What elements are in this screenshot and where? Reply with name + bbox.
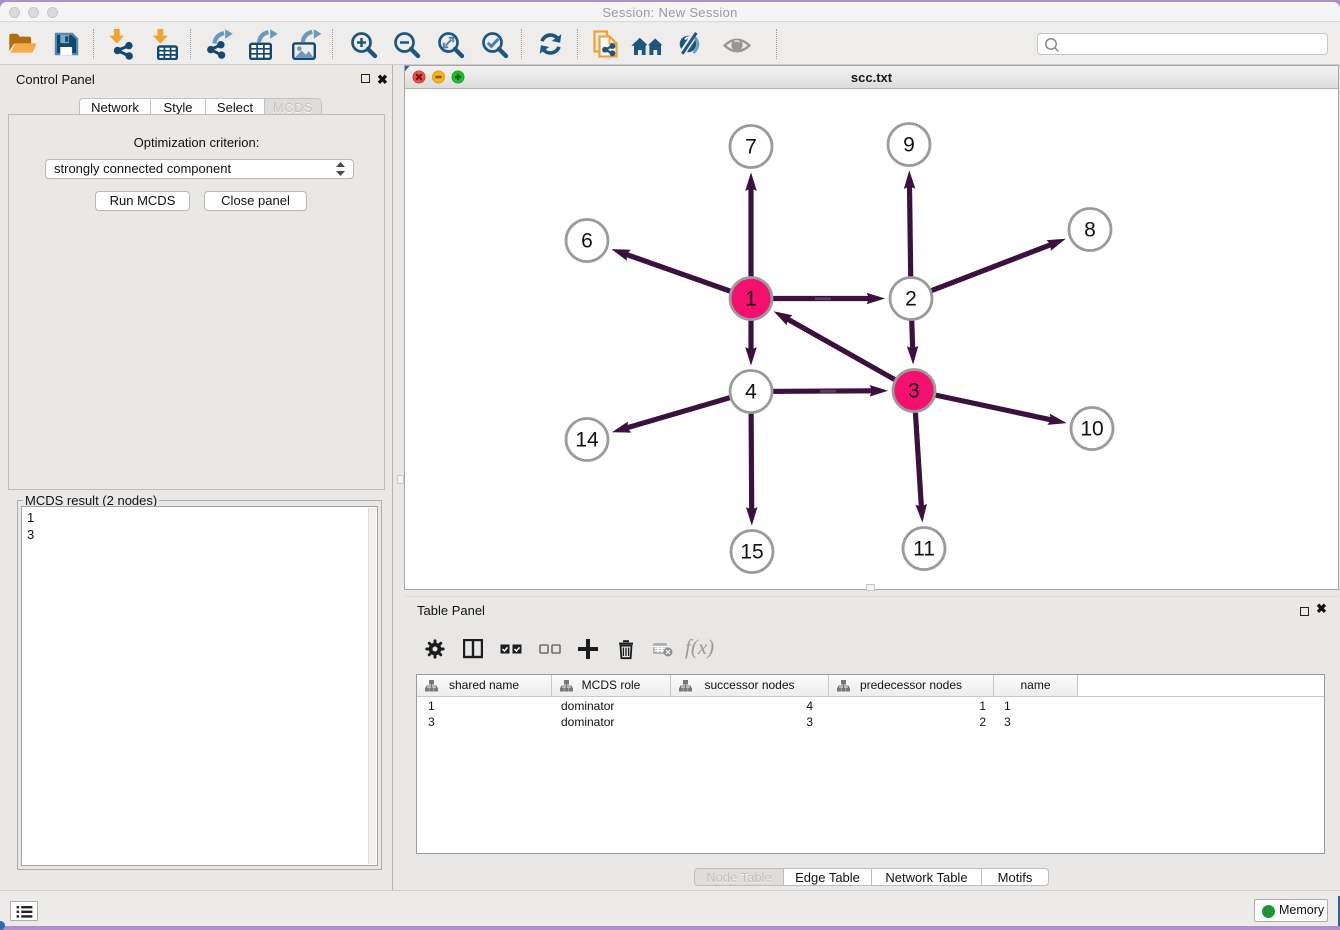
svg-text:f(x): f(x)	[685, 639, 714, 659]
svg-text:2: 2	[905, 288, 917, 311]
svg-text:3: 3	[908, 380, 920, 403]
svg-text:4: 4	[745, 381, 757, 404]
svg-text:1: 1	[745, 288, 757, 311]
svg-text:11: 11	[913, 538, 935, 561]
svg-text:7: 7	[745, 136, 757, 159]
svg-text:6: 6	[581, 230, 593, 253]
svg-text:10: 10	[1080, 418, 1103, 441]
svg-text:15: 15	[740, 541, 763, 564]
svg-text:9: 9	[903, 134, 915, 157]
svg-text:8: 8	[1084, 219, 1096, 242]
svg-text:14: 14	[575, 429, 599, 452]
